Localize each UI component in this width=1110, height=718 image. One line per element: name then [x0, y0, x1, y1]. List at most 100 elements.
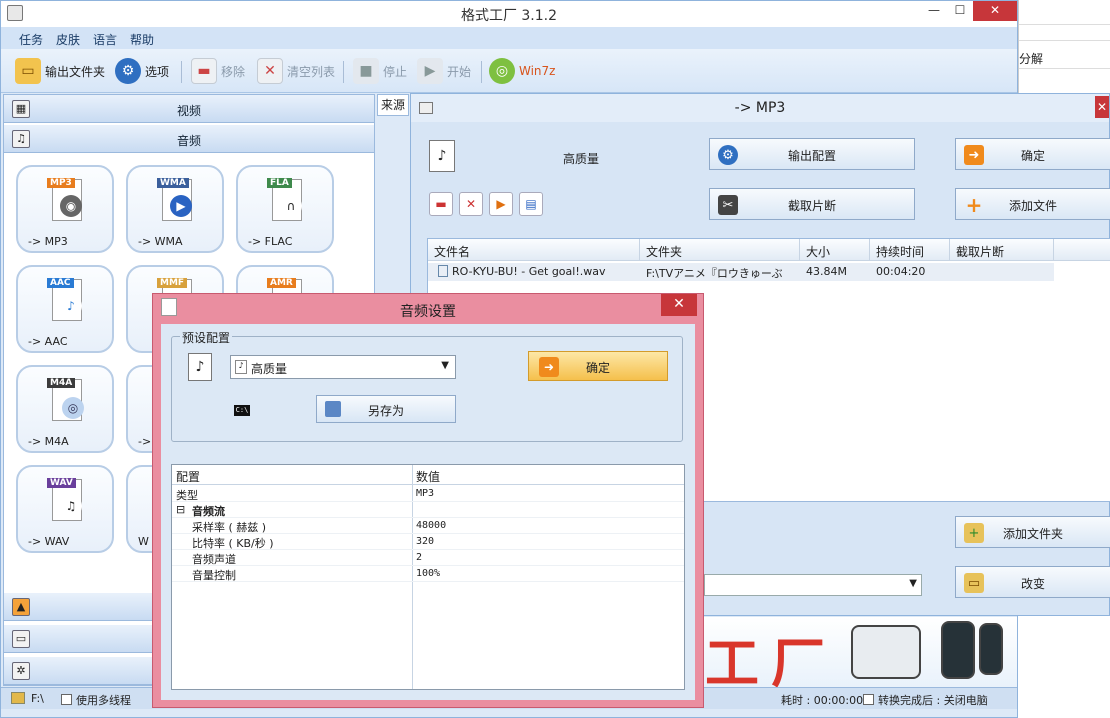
clip-button[interactable]: ✂ 截取片断	[709, 188, 915, 220]
background-window: 分解	[1018, 0, 1110, 94]
format-tile-mp3[interactable]: MP3 ◉ -> MP3	[16, 165, 114, 253]
clip-label: 截取片断	[787, 199, 836, 213]
win7z-button[interactable]: ◎ Win7z	[489, 57, 555, 85]
wav-file-icon	[438, 265, 448, 277]
mp3-ok-button[interactable]: ➜ 确定	[955, 138, 1110, 170]
command-prompt-icon[interactable]: C:\	[234, 405, 250, 416]
preset-select[interactable]: ♪ 高质量 ▼	[230, 355, 456, 379]
category-audio[interactable]: ♫ 音频	[4, 125, 374, 153]
format-badge: M4A	[47, 378, 76, 388]
format-label: -> MP3	[28, 235, 68, 248]
format-tile-m4a[interactable]: M4A ◎ -> M4A	[16, 365, 114, 453]
output-folder-button[interactable]: ▭ 输出文件夹	[15, 57, 105, 85]
format-badge: FLA	[267, 178, 292, 188]
remove-file-icon[interactable]: ▬	[429, 192, 453, 216]
property-key: 音量控制	[192, 569, 236, 582]
mp3-dialog-close-button[interactable]: ✕	[1095, 96, 1109, 118]
add-file-button[interactable]: + 添加文件	[955, 188, 1110, 220]
music-file-icon: ♪	[188, 353, 212, 381]
toolbar-separator	[481, 61, 482, 83]
format-label: -> WAV	[28, 535, 70, 548]
minimize-button[interactable]: —	[921, 1, 947, 21]
format-tile-flac[interactable]: FLA ∩ -> FLAC	[236, 165, 334, 253]
add-folder-button[interactable]: + 添加文件夹	[955, 516, 1110, 548]
headphones-icon: ∩	[280, 195, 302, 217]
start-button[interactable]: ▶ 开始	[417, 57, 471, 85]
property-group-audio-stream[interactable]: ⊟ 音频流	[172, 502, 684, 518]
output-folder-select[interactable]: ▼	[704, 574, 922, 596]
audio-dialog-body: 预设配置 ♪ ♪ 高质量 ▼ ➜ 确定 C:\ 另存为 配置 数值 类型 MP3…	[161, 324, 695, 700]
category-video[interactable]: ▦ 视频	[4, 95, 374, 123]
clear-list-icon: ✕	[257, 58, 283, 84]
format-tile-aac[interactable]: AAC ♪ -> AAC	[16, 265, 114, 353]
menu-language[interactable]: 语言	[93, 31, 117, 48]
source-tab[interactable]: 来源	[377, 94, 409, 116]
after-complete-label: 转换完成后 : 关闭电脑	[878, 694, 988, 707]
property-row-type[interactable]: 类型 MP3	[172, 486, 684, 502]
toolbar-separator	[181, 61, 182, 83]
picture-icon: ▲	[12, 598, 30, 616]
mp3-dialog-title: -> MP3	[734, 100, 786, 116]
column-header-filler	[1054, 239, 1110, 261]
format-label: W	[138, 535, 149, 548]
format-label: -> M4A	[28, 435, 69, 448]
audio-ok-button[interactable]: ➜ 确定	[528, 351, 668, 381]
column-header-folder[interactable]: 文件夹	[640, 239, 800, 261]
menu-task[interactable]: 任务	[19, 31, 43, 48]
column-header-config: 配置	[176, 470, 201, 484]
speaker-icon: ♪	[60, 295, 82, 317]
preset-group-label: 预设配置	[180, 329, 233, 346]
menu-help[interactable]: 帮助	[130, 31, 154, 48]
format-badge: WAV	[47, 478, 76, 488]
mp3-file-icon: ♪	[429, 140, 455, 172]
options-button[interactable]: ⚙ 选项	[115, 57, 169, 85]
property-key: 采样率 ( 赫兹 )	[192, 521, 267, 534]
change-button[interactable]: ▭ 改变	[955, 566, 1110, 598]
close-button[interactable]: ✕	[973, 1, 1017, 21]
stop-button[interactable]: ■ 停止	[353, 57, 407, 85]
property-grid-header: 配置 数值	[172, 465, 684, 485]
folder-icon: ▭	[15, 58, 41, 84]
start-icon: ▶	[417, 58, 443, 84]
chevron-down-icon: ▼	[909, 578, 917, 589]
save-as-button[interactable]: 另存为	[316, 395, 456, 423]
play-icon[interactable]: ▶	[489, 192, 513, 216]
column-header-clip[interactable]: 截取片断	[950, 239, 1054, 261]
property-grid: 配置 数值 类型 MP3 ⊟ 音频流 采样率 ( 赫兹 ) 48000 比特率 …	[171, 464, 685, 690]
multithread-label: 使用多线程	[76, 694, 131, 707]
format-badge: AAC	[47, 278, 74, 288]
clear-list-button[interactable]: ✕ 清空列表	[257, 57, 335, 85]
after-complete-checkbox[interactable]: 转换完成后 : 关闭电脑	[863, 692, 988, 708]
phone-image	[851, 625, 921, 679]
remove-button[interactable]: ▬ 移除	[191, 57, 245, 85]
drive-icon: ▭	[12, 630, 30, 648]
audio-settings-dialog: 音频设置 ✕ 预设配置 ♪ ♪ 高质量 ▼ ➜ 确定 C:\ 另存为 配置 数值…	[152, 293, 704, 708]
format-tile-wav[interactable]: WAV ♫ -> WAV	[16, 465, 114, 553]
property-row-sample-rate[interactable]: 采样率 ( 赫兹 ) 48000	[172, 518, 684, 534]
menu-skin[interactable]: 皮肤	[56, 31, 80, 48]
win7z-label: Win7z	[519, 64, 556, 78]
drive-text: F:\	[31, 692, 44, 705]
output-config-button[interactable]: ⚙ 输出配置	[709, 138, 915, 170]
property-row-volume[interactable]: 音量控制 100%	[172, 566, 684, 582]
property-key: 类型	[176, 489, 198, 502]
multithread-checkbox[interactable]: 使用多线程	[61, 692, 131, 708]
column-header-duration[interactable]: 持续时间	[870, 239, 950, 261]
music-notes-icon: ♫	[60, 495, 82, 517]
save-as-label: 另存为	[367, 404, 404, 418]
format-tile-wma[interactable]: WMA ▶ -> WMA	[126, 165, 224, 253]
quality-label: 高质量	[563, 152, 600, 166]
column-header-size[interactable]: 大小	[800, 239, 870, 261]
title-bar: 格式工厂 3.1.2 — ☐ ✕	[1, 1, 1017, 27]
property-row-channels[interactable]: 音频声道 2	[172, 550, 684, 566]
property-row-bitrate[interactable]: 比特率 ( KB/秒 ) 320	[172, 534, 684, 550]
info-icon[interactable]: ▤	[519, 192, 543, 216]
maximize-button[interactable]: ☐	[947, 1, 973, 21]
preset-group: 预设配置 ♪ ♪ 高质量 ▼ ➜ 确定 C:\ 另存为	[171, 329, 683, 442]
column-header-filename[interactable]: 文件名	[428, 239, 640, 261]
collapse-icon[interactable]: ⊟	[176, 503, 185, 516]
filename-text: RO-KYU-BU! - Get goal!.wav	[452, 265, 606, 278]
clear-files-icon[interactable]: ✕	[459, 192, 483, 216]
mp3-ok-label: 确定	[1020, 149, 1045, 163]
audio-dialog-close-button[interactable]: ✕	[661, 294, 697, 316]
